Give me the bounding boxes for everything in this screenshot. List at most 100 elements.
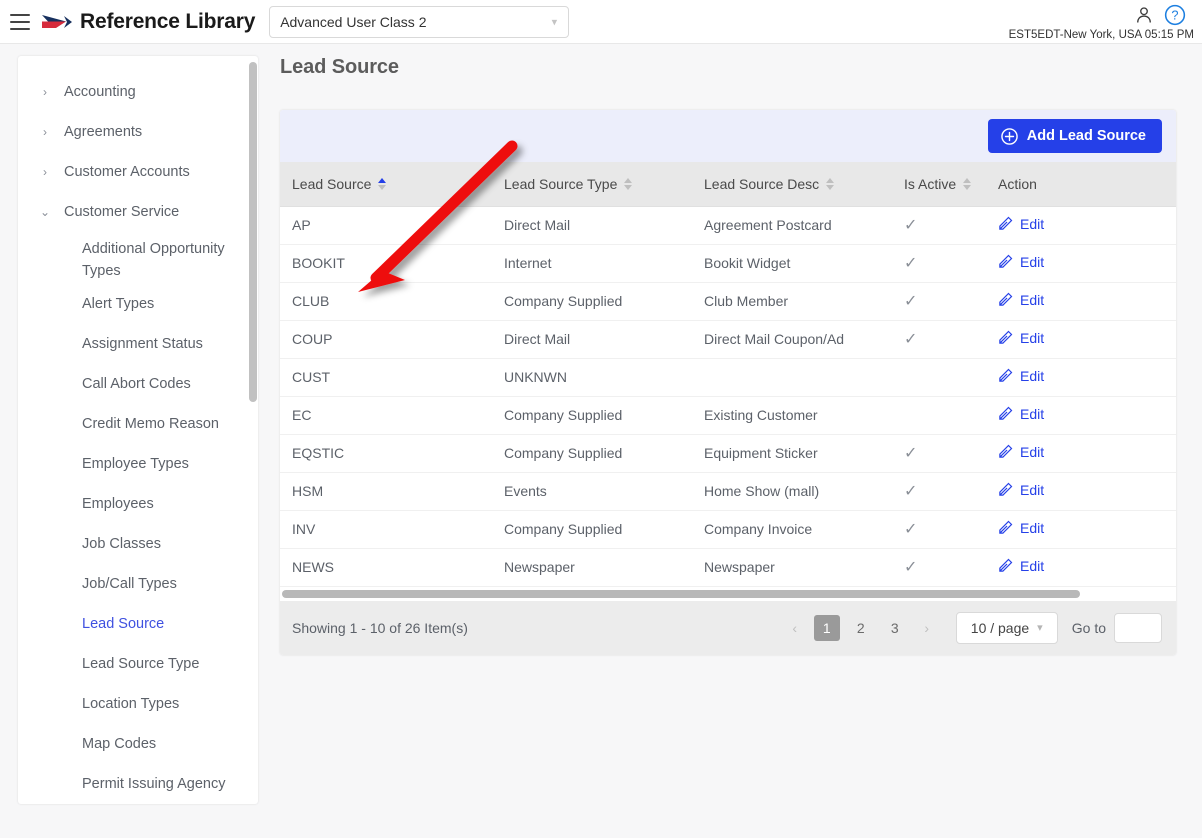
table-row: EQSTIC Company Supplied Equipment Sticker ✓… [280, 434, 1176, 473]
edit-label: Edit [1020, 367, 1045, 384]
pagination-next-button[interactable]: › [912, 613, 942, 643]
sidebar-item-label: Assignment Status [82, 336, 203, 352]
sidebar-scrollbar[interactable] [249, 62, 257, 402]
edit-row-button[interactable]: Edit [998, 330, 1044, 346]
table-header-row: Lead Source Lead Source Type Lead Source… [280, 162, 1176, 207]
help-question-icon[interactable]: ? [1164, 4, 1186, 26]
edit-label: Edit [1020, 519, 1045, 536]
chevron-down-icon: ▾ [1037, 622, 1043, 634]
cell-lead-source-type: Events [492, 472, 692, 511]
sidebar-item-permit-issuing-agency[interactable]: Permit Issuing Agency [18, 764, 258, 804]
cell-is-active: ✓ [892, 472, 986, 511]
table-row: CUST UNKNWN Edit [280, 358, 1176, 397]
cell-lead-source-desc: Club Member [692, 282, 892, 321]
user-account-icon[interactable] [1134, 5, 1154, 25]
sidebar-item-credit-memo-reason[interactable]: Credit Memo Reason [18, 404, 258, 444]
cell-lead-source: BOOKIT [280, 244, 492, 283]
sidebar-item-additional-opportunity-types[interactable]: Additional Opportunity Types [18, 232, 258, 284]
edit-row-button[interactable]: Edit [998, 368, 1044, 384]
user-class-select[interactable]: Advanced User Class 2 ▾ [269, 5, 570, 38]
cell-lead-source-desc: Agreement Postcard [692, 206, 892, 245]
goto-page-input[interactable] [1114, 612, 1162, 643]
sidebar-item-call-abort-codes[interactable]: Call Abort Codes [18, 364, 258, 404]
sidebar-item-map-codes[interactable]: Map Codes [18, 724, 258, 764]
sidebar-item-label: Alert Types [82, 296, 155, 312]
edit-row-button[interactable]: Edit [998, 254, 1044, 270]
cell-is-active: ✓ [892, 510, 986, 549]
brand-arrow-logo [42, 14, 72, 28]
edit-row-button[interactable]: Edit [998, 558, 1044, 574]
column-header-label: Lead Source [292, 175, 372, 192]
cell-action: Edit [986, 510, 1176, 549]
cell-lead-source: CLUB [280, 282, 492, 321]
cell-action: Edit [986, 244, 1176, 283]
sidebar-group-agreements[interactable]: › Agreements [18, 112, 258, 152]
sidebar-item-employee-types[interactable]: Employee Types [18, 444, 258, 484]
showing-count-text: Showing 1 - 10 of 26 Item(s) [292, 619, 468, 636]
pencil-edit-icon [999, 558, 1013, 572]
edit-row-button[interactable]: Edit [998, 216, 1044, 232]
add-lead-source-button[interactable]: Add Lead Source [987, 119, 1162, 153]
pagination-page-3[interactable]: 3 [882, 615, 908, 641]
column-header-lead-source[interactable]: Lead Source [280, 162, 492, 207]
sidebar-group-customer-service[interactable]: ⌄ Customer Service [18, 192, 258, 232]
sidebar-item-employees[interactable]: Employees [18, 484, 258, 524]
sidebar-item-label: Location Types [82, 696, 180, 712]
sidebar-item-alert-types[interactable]: Alert Types [18, 284, 258, 324]
column-header-label: Is Active [904, 175, 957, 192]
sidebar-item-label: Permit Issuing Agency [82, 776, 226, 792]
sort-toggle-icon[interactable] [378, 177, 387, 190]
table-horizontal-scrollbar[interactable] [280, 586, 1176, 601]
scrollbar-thumb[interactable] [282, 589, 1080, 598]
pencil-edit-icon [999, 254, 1013, 268]
edit-row-button[interactable]: Edit [998, 520, 1044, 536]
sidebar-group-customer-accounts[interactable]: › Customer Accounts [18, 152, 258, 192]
pagination-page-1[interactable]: 1 [813, 614, 840, 641]
sidebar-item-lead-source[interactable]: Lead Source [18, 604, 258, 644]
table-row: CLUB Company Supplied Club Member ✓ Edit [280, 282, 1176, 321]
sidebar-nav[interactable]: › Accounting › Agreements › Customer Acc… [18, 56, 258, 804]
sidebar-item-job-call-types[interactable]: Job/Call Types [18, 564, 258, 604]
edit-row-button[interactable]: Edit [998, 292, 1044, 308]
active-check-icon: ✓ [904, 521, 918, 538]
edit-row-button[interactable]: Edit [998, 482, 1044, 498]
edit-label: Edit [1020, 329, 1045, 346]
edit-label: Edit [1020, 405, 1045, 422]
active-check-icon: ✓ [904, 331, 918, 348]
pencil-edit-icon [999, 216, 1013, 230]
cell-is-active: ✓ [892, 282, 986, 321]
cell-lead-source-type: Company Supplied [492, 282, 692, 321]
table-row: BOOKIT Internet Bookit Widget ✓ Edit [280, 244, 1176, 283]
svg-text:?: ? [1171, 8, 1178, 23]
active-check-icon: ✓ [904, 255, 918, 272]
hamburger-icon[interactable] [10, 13, 30, 30]
sort-toggle-icon[interactable] [826, 177, 835, 190]
sidebar-item-location-types[interactable]: Location Types [18, 684, 258, 724]
cell-is-active [892, 358, 986, 397]
column-header-is-active[interactable]: Is Active [892, 162, 986, 207]
table-row: AP Direct Mail Agreement Postcard ✓ Edit [280, 206, 1176, 245]
goto-page-label: Go to [1071, 619, 1106, 636]
sidebar-item-lead-source-type[interactable]: Lead Source Type [18, 644, 258, 684]
active-check-icon: ✓ [904, 445, 918, 462]
cell-lead-source-desc: Home Show (mall) [692, 472, 892, 511]
edit-row-button[interactable]: Edit [998, 444, 1044, 460]
pagination-page-2[interactable]: 2 [848, 615, 874, 641]
cell-action: Edit [986, 358, 1176, 397]
cell-lead-source-desc: Bookit Widget [692, 244, 892, 283]
column-header-lead-source-desc[interactable]: Lead Source Desc [692, 162, 892, 207]
cell-lead-source-type: Newspaper [492, 548, 692, 587]
sidebar-item-job-classes[interactable]: Job Classes [18, 524, 258, 564]
edit-row-button[interactable]: Edit [998, 406, 1044, 422]
sort-toggle-icon[interactable] [624, 177, 633, 190]
page-size-select[interactable]: 10 / page ▾ [955, 611, 1058, 644]
chevron-right-icon: › [43, 85, 47, 99]
cell-lead-source-desc: Newspaper [692, 548, 892, 587]
pagination-prev-button[interactable]: ‹ [780, 613, 810, 643]
column-header-lead-source-type[interactable]: Lead Source Type [492, 162, 692, 207]
sidebar-group-accounting[interactable]: › Accounting [18, 72, 258, 112]
sidebar-item-assignment-status[interactable]: Assignment Status [18, 324, 258, 364]
lead-source-table-wrapper: Lead Source Lead Source Type Lead Source… [280, 162, 1176, 587]
sort-toggle-icon[interactable] [963, 177, 972, 190]
cell-action: Edit [986, 320, 1176, 359]
